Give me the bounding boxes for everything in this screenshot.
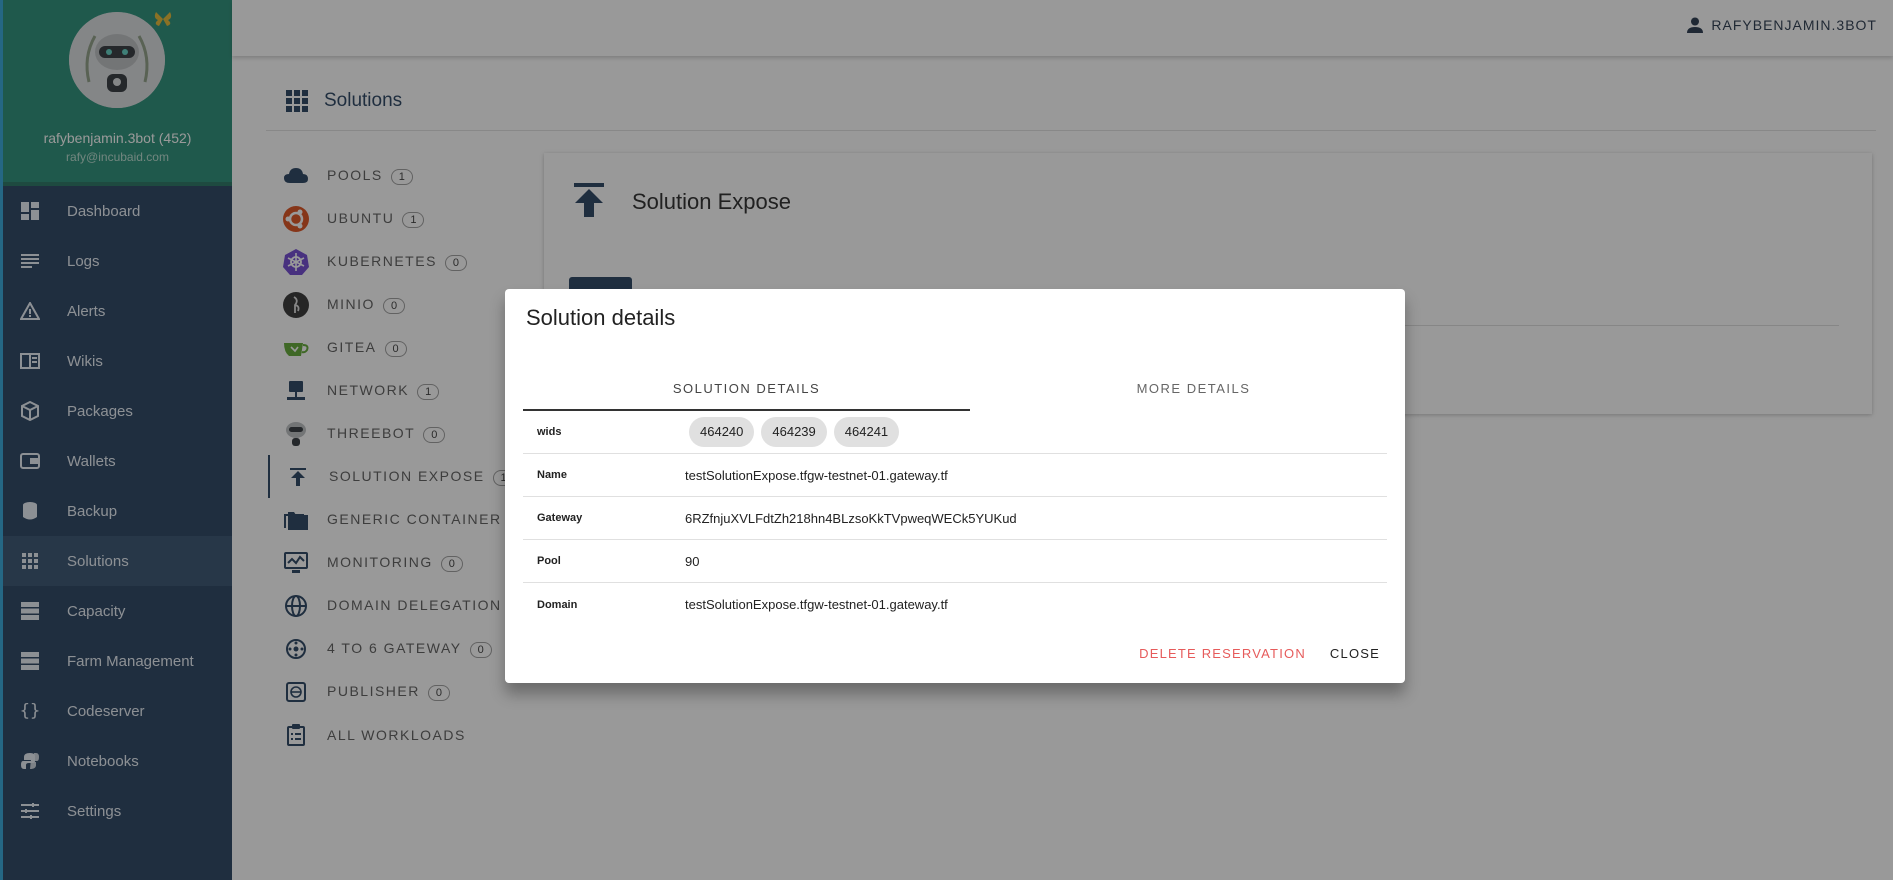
- row-value: 90: [685, 553, 700, 569]
- row-value: testSolutionExpose.tfgw-testnet-01.gatew…: [685, 467, 948, 483]
- table-row: Pool 90: [523, 540, 1387, 583]
- close-button[interactable]: CLOSE: [1320, 640, 1390, 667]
- dialog-actions: DELETE RESERVATION CLOSE: [1129, 640, 1390, 667]
- wid-chip[interactable]: 464241: [833, 417, 900, 447]
- row-value: testSolutionExpose.tfgw-testnet-01.gatew…: [685, 597, 948, 612]
- dialog-title: Solution details: [526, 305, 676, 330]
- row-key: Domain: [537, 598, 578, 611]
- details-table: wids 464240 464239 464241 Name testSolut…: [523, 411, 1387, 626]
- wids-chips: 464240 464239 464241: [689, 417, 906, 447]
- row-key: Gateway: [537, 512, 583, 524]
- wid-chip[interactable]: 464239: [761, 417, 827, 447]
- tab-solution-details[interactable]: SOLUTION DETAILS: [523, 369, 970, 411]
- wid-chip[interactable]: 464240: [689, 417, 755, 447]
- row-value: 6RZfnjuXVLFdtZh218hn4BLzsoKkTVpweqWECk5Y…: [685, 510, 1017, 526]
- dialog-tabs: SOLUTION DETAILS MORE DETAILS: [523, 369, 1387, 411]
- table-row: Gateway 6RZfnjuXVLFdtZh218hn4BLzsoKkTVpw…: [523, 497, 1387, 540]
- table-row: Domain testSolutionExpose.tfgw-testnet-0…: [523, 583, 1387, 626]
- solution-details-dialog: Solution details SOLUTION DETAILS MORE D…: [505, 289, 1405, 683]
- table-row: wids 464240 464239 464241: [523, 411, 1387, 454]
- table-row: Name testSolutionExpose.tfgw-testnet-01.…: [523, 454, 1387, 497]
- tab-more-details[interactable]: MORE DETAILS: [970, 369, 1417, 411]
- delete-reservation-button[interactable]: DELETE RESERVATION: [1129, 640, 1316, 667]
- row-key: wids: [537, 426, 562, 438]
- row-key: Pool: [537, 555, 561, 567]
- row-key: Name: [537, 469, 567, 481]
